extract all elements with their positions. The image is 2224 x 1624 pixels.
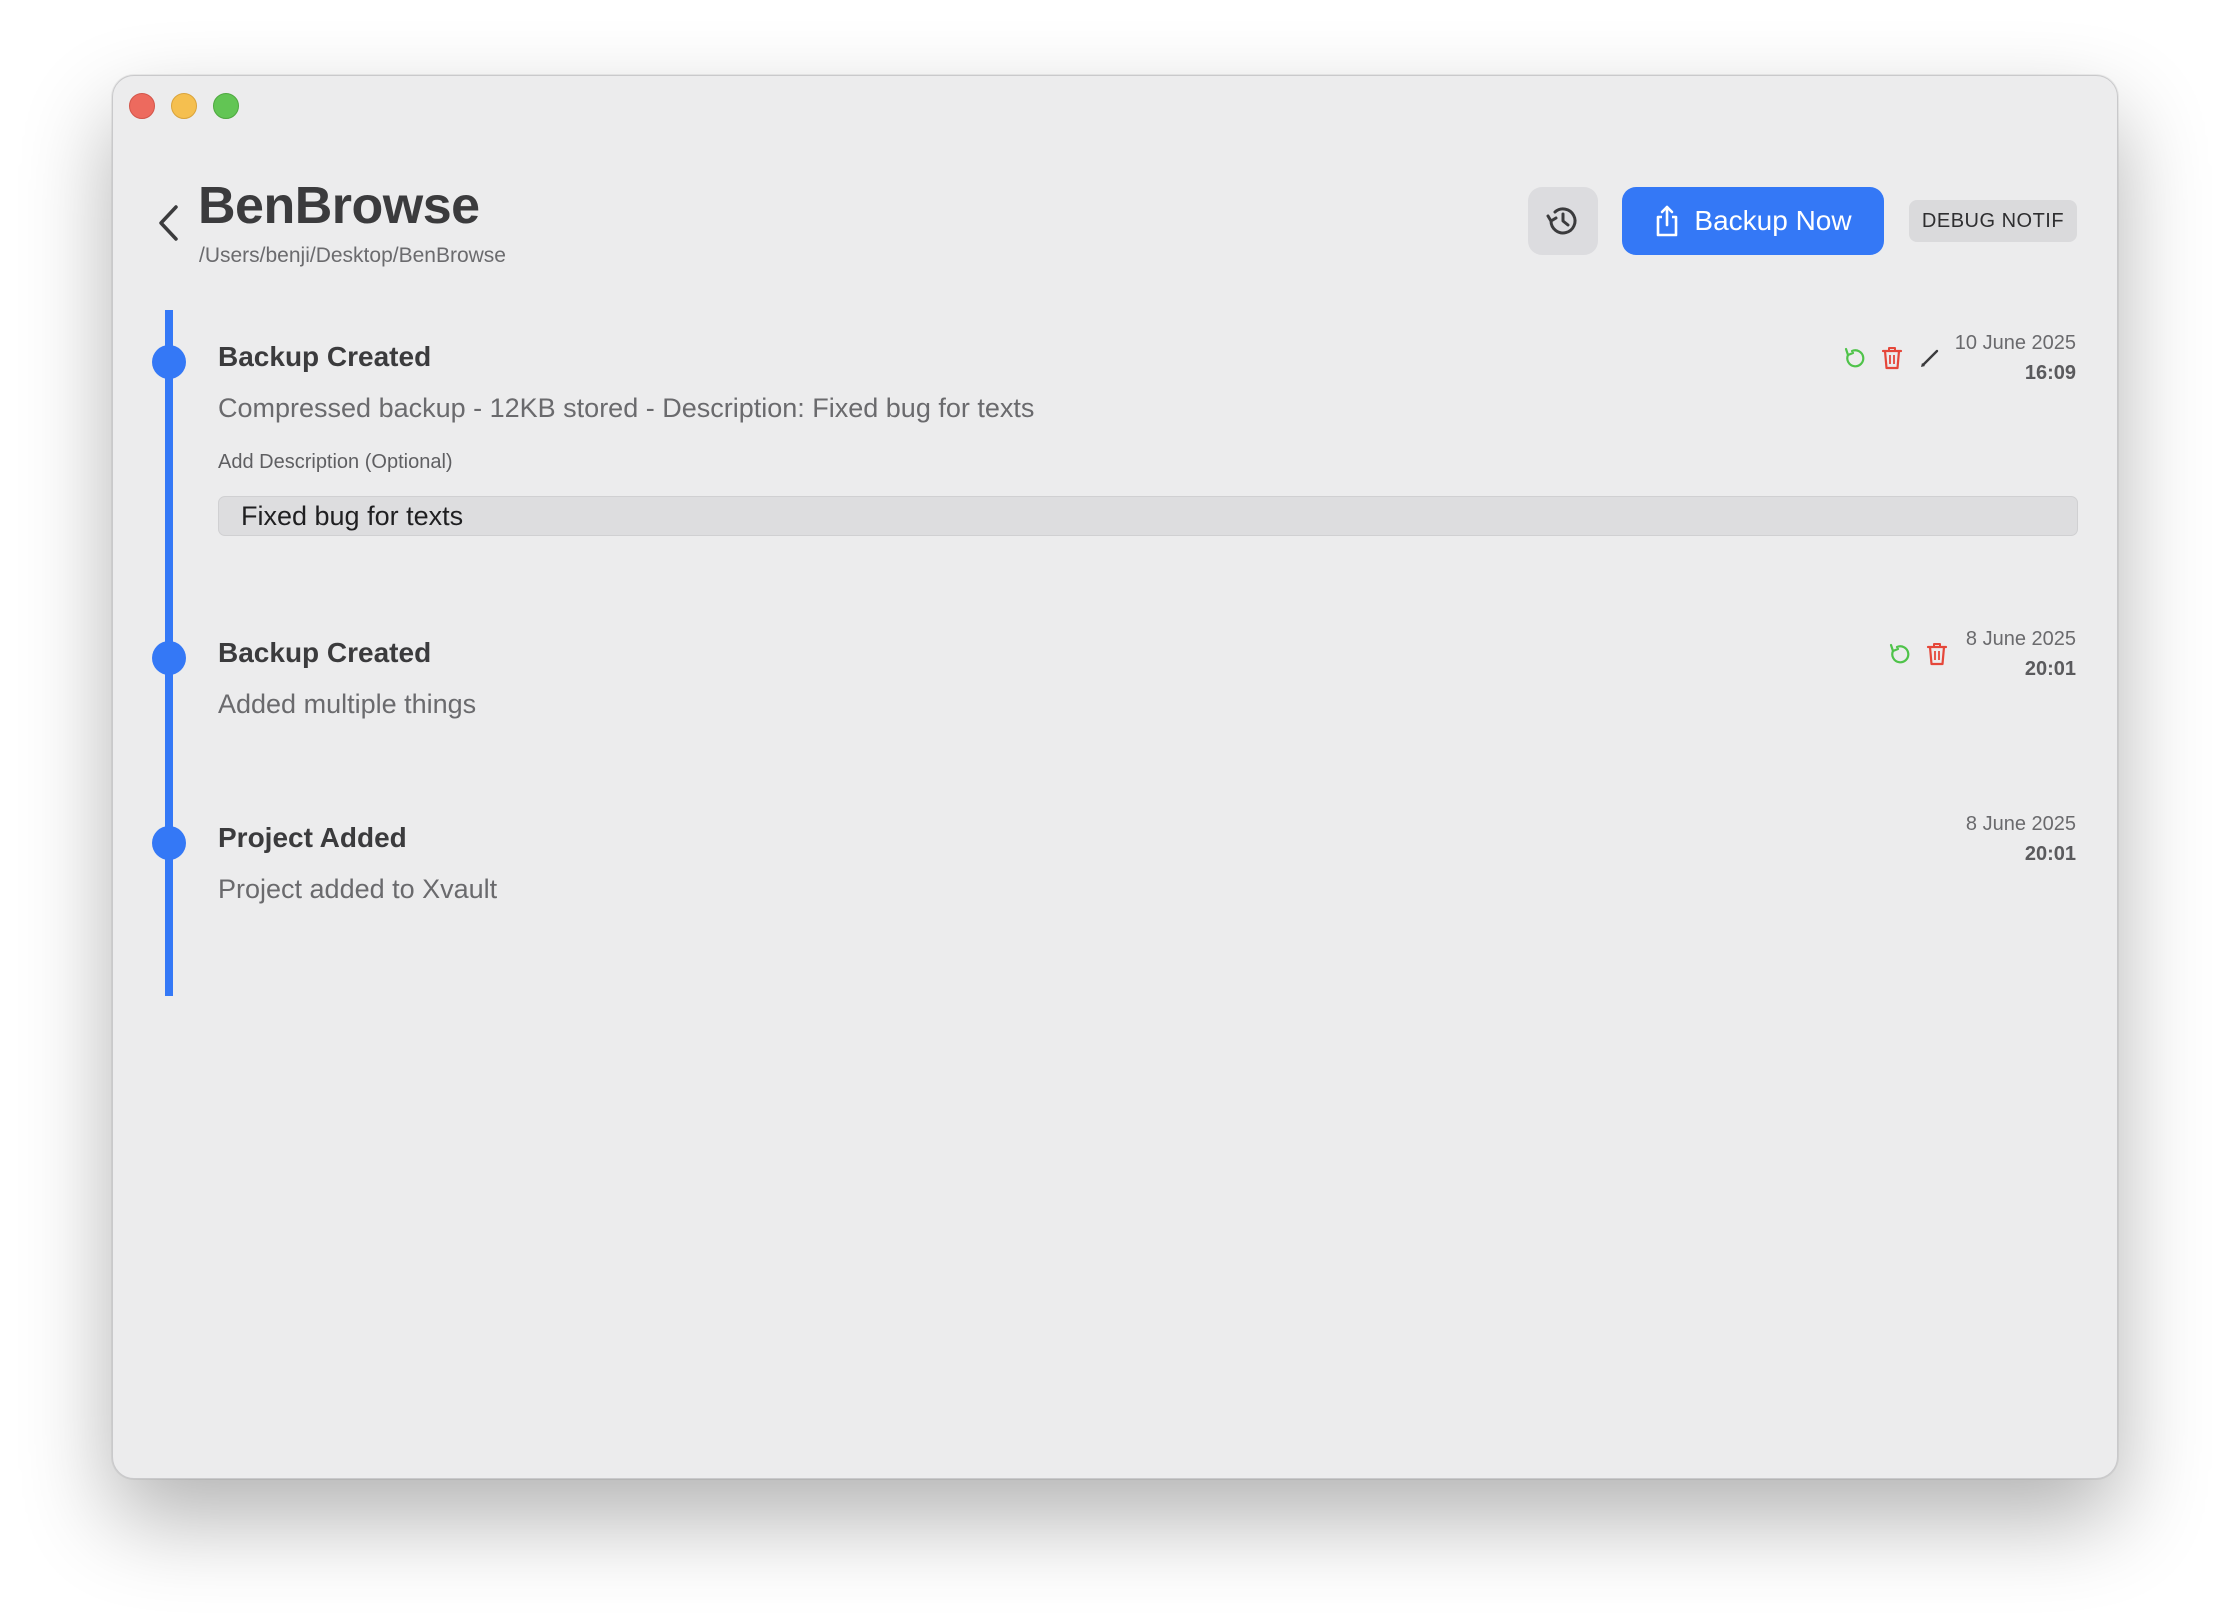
entry-title: Project Added [218,822,407,853]
entry-timestamp: 8 June 2025 20:01 [1966,624,2076,684]
debug-notif-button[interactable]: DEBUG NOTIF [1909,200,2077,242]
pencil-icon [1921,349,1939,367]
trash-icon [1926,643,1948,666]
entry-actions [1841,345,1943,371]
entry-description: Compressed backup - 12KB stored - Descri… [218,393,1035,423]
entry-description: Project added to Xvault [218,874,498,904]
restore-icon [1889,643,1910,664]
window-controls [129,93,239,119]
chevron-left-icon [159,205,178,241]
project-path: /Users/benji/Desktop/BenBrowse [199,244,506,267]
app-window: BenBrowse /Users/benji/Desktop/BenBrowse… [112,75,2118,1479]
entry-timestamp: 10 June 2025 16:09 [1955,328,2076,388]
history-button[interactable] [1528,187,1598,255]
entry-date: 8 June 2025 [1965,628,2076,650]
restore-button[interactable] [1841,345,1867,371]
entry-title: Backup Created [218,637,432,668]
description-input[interactable] [218,496,2078,536]
entry-actions [1886,641,1950,667]
entry-date: 8 June 2025 [1965,813,2076,835]
maximize-window-button[interactable] [213,93,239,119]
entry-time: 20:01 [2024,658,2076,680]
restore-button[interactable] [1886,641,1912,667]
delete-button[interactable] [1879,345,1905,371]
close-window-button[interactable] [129,93,155,119]
entry-time: 16:09 [2024,362,2076,384]
entry-title: Backup Created [218,341,432,372]
delete-button[interactable] [1924,641,1950,667]
entry-description: Added multiple things [218,689,477,719]
clock-history-icon [1546,207,1577,235]
entry-time: 20:01 [2024,843,2076,865]
timeline-dot [152,641,186,675]
back-button[interactable] [151,200,185,246]
entry-date: 10 June 2025 [1954,332,2076,354]
edit-button[interactable] [1917,345,1943,371]
entry-timestamp: 8 June 2025 20:01 [1966,809,2076,869]
backup-now-label: Backup Now [1694,205,1852,236]
timeline-dot [152,826,186,860]
timeline-dot [152,345,186,379]
restore-icon [1844,347,1865,368]
backup-now-button[interactable]: Backup Now [1622,187,1884,255]
share-upload-icon [1657,205,1678,237]
description-label: Add Description (Optional) [218,451,453,473]
project-title: BenBrowse [198,177,480,235]
minimize-window-button[interactable] [171,93,197,119]
trash-icon [1881,347,1903,370]
